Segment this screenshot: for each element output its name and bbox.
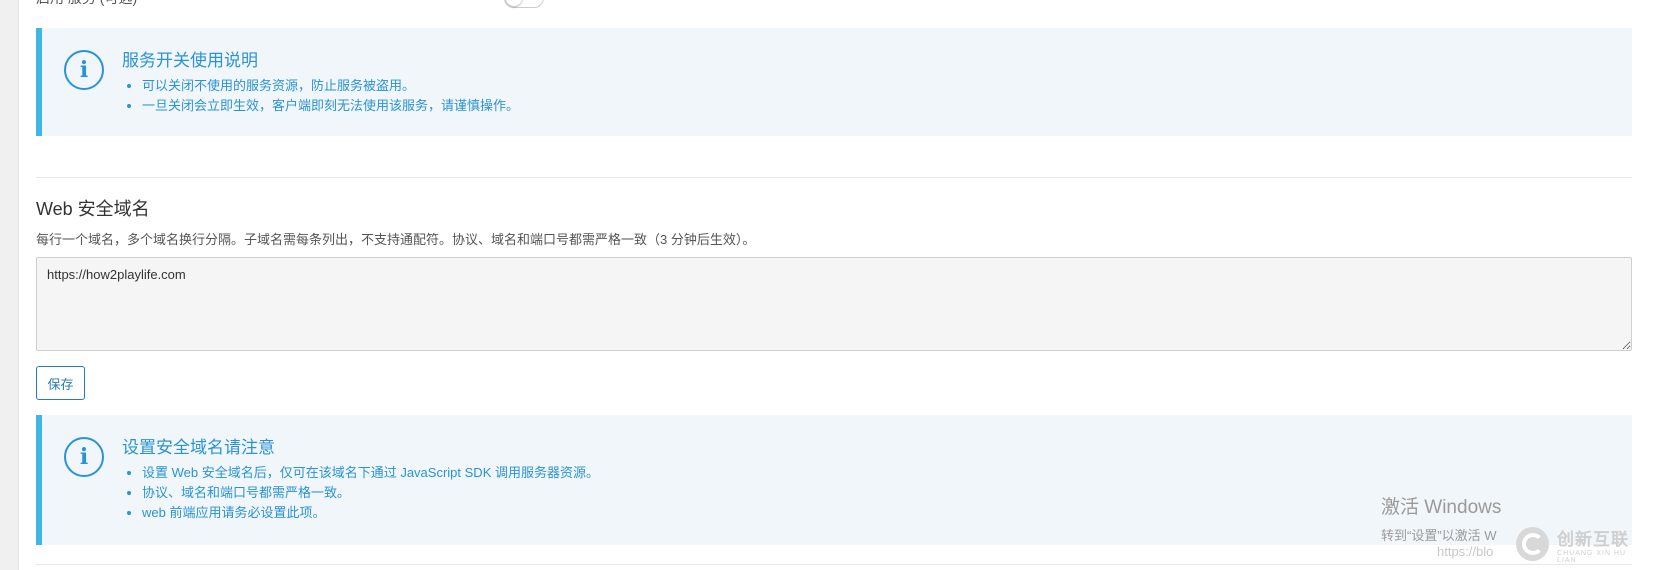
list-item: web 前端应用请务必设置此项。	[142, 503, 599, 523]
service-switch-notice: i 服务开关使用说明 可以关闭不使用的服务资源，防止服务被盗用。 一旦关闭会立即…	[36, 28, 1632, 136]
info-icon: i	[64, 437, 104, 477]
notice-title: 设置安全域名请注意	[122, 438, 275, 457]
save-button[interactable]: 保存	[36, 366, 85, 400]
web-domain-description: 每行一个域名，多个域名换行分隔。子域名需每条列出，不支持通配符。协议、域名和端口…	[36, 232, 756, 247]
brand-logo-watermark: 创新互联 CHUANG XIN HU LIAN	[1516, 525, 1646, 564]
section-divider	[36, 177, 1632, 178]
list-item: 协议、域名和端口号都需严格一致。	[142, 483, 599, 503]
page-left-edge	[0, 0, 19, 570]
info-icon: i	[64, 50, 104, 90]
notice-list: 可以关闭不使用的服务资源，防止服务被盗用。 一旦关闭会立即生效，客户端即刻无法使…	[122, 76, 519, 116]
brand-subtitle: CHUANG XIN HU LIAN	[1557, 549, 1627, 564]
watermark-subtitle: 转到“设置”以激活 W	[1381, 528, 1497, 543]
brand-name: 创新互联	[1557, 529, 1630, 549]
top-setting-label: 启用 服务 (可选)	[36, 0, 137, 8]
windows-activation-watermark: 激活 Windows 转到“设置”以激活 W	[1381, 492, 1501, 544]
section-divider	[36, 564, 1632, 565]
notice-list: 设置 Web 安全域名后，仅可在该域名下通过 JavaScript SDK 调用…	[122, 463, 599, 523]
list-item: 可以关闭不使用的服务资源，防止服务被盗用。	[142, 76, 519, 96]
list-item: 设置 Web 安全域名后，仅可在该域名下通过 JavaScript SDK 调用…	[142, 463, 599, 483]
web-domain-title: Web 安全域名	[36, 199, 150, 219]
watermark-title: 激活 Windows	[1381, 497, 1502, 518]
list-item: 一旦关闭会立即生效，客户端即刻无法使用该服务，请谨慎操作。	[142, 96, 519, 116]
top-setting-row: 启用 服务 (可选)	[36, 0, 636, 8]
notice-title: 服务开关使用说明	[122, 51, 258, 70]
watermark-url: https://blo	[1437, 544, 1494, 559]
web-domain-textarea[interactable]: https://how2playlife.com	[36, 257, 1632, 351]
brand-logo-icon	[1516, 527, 1550, 561]
brand-text: 创新互联 CHUANG XIN HU LIAN	[1557, 525, 1646, 564]
service-toggle[interactable]	[504, 0, 544, 8]
